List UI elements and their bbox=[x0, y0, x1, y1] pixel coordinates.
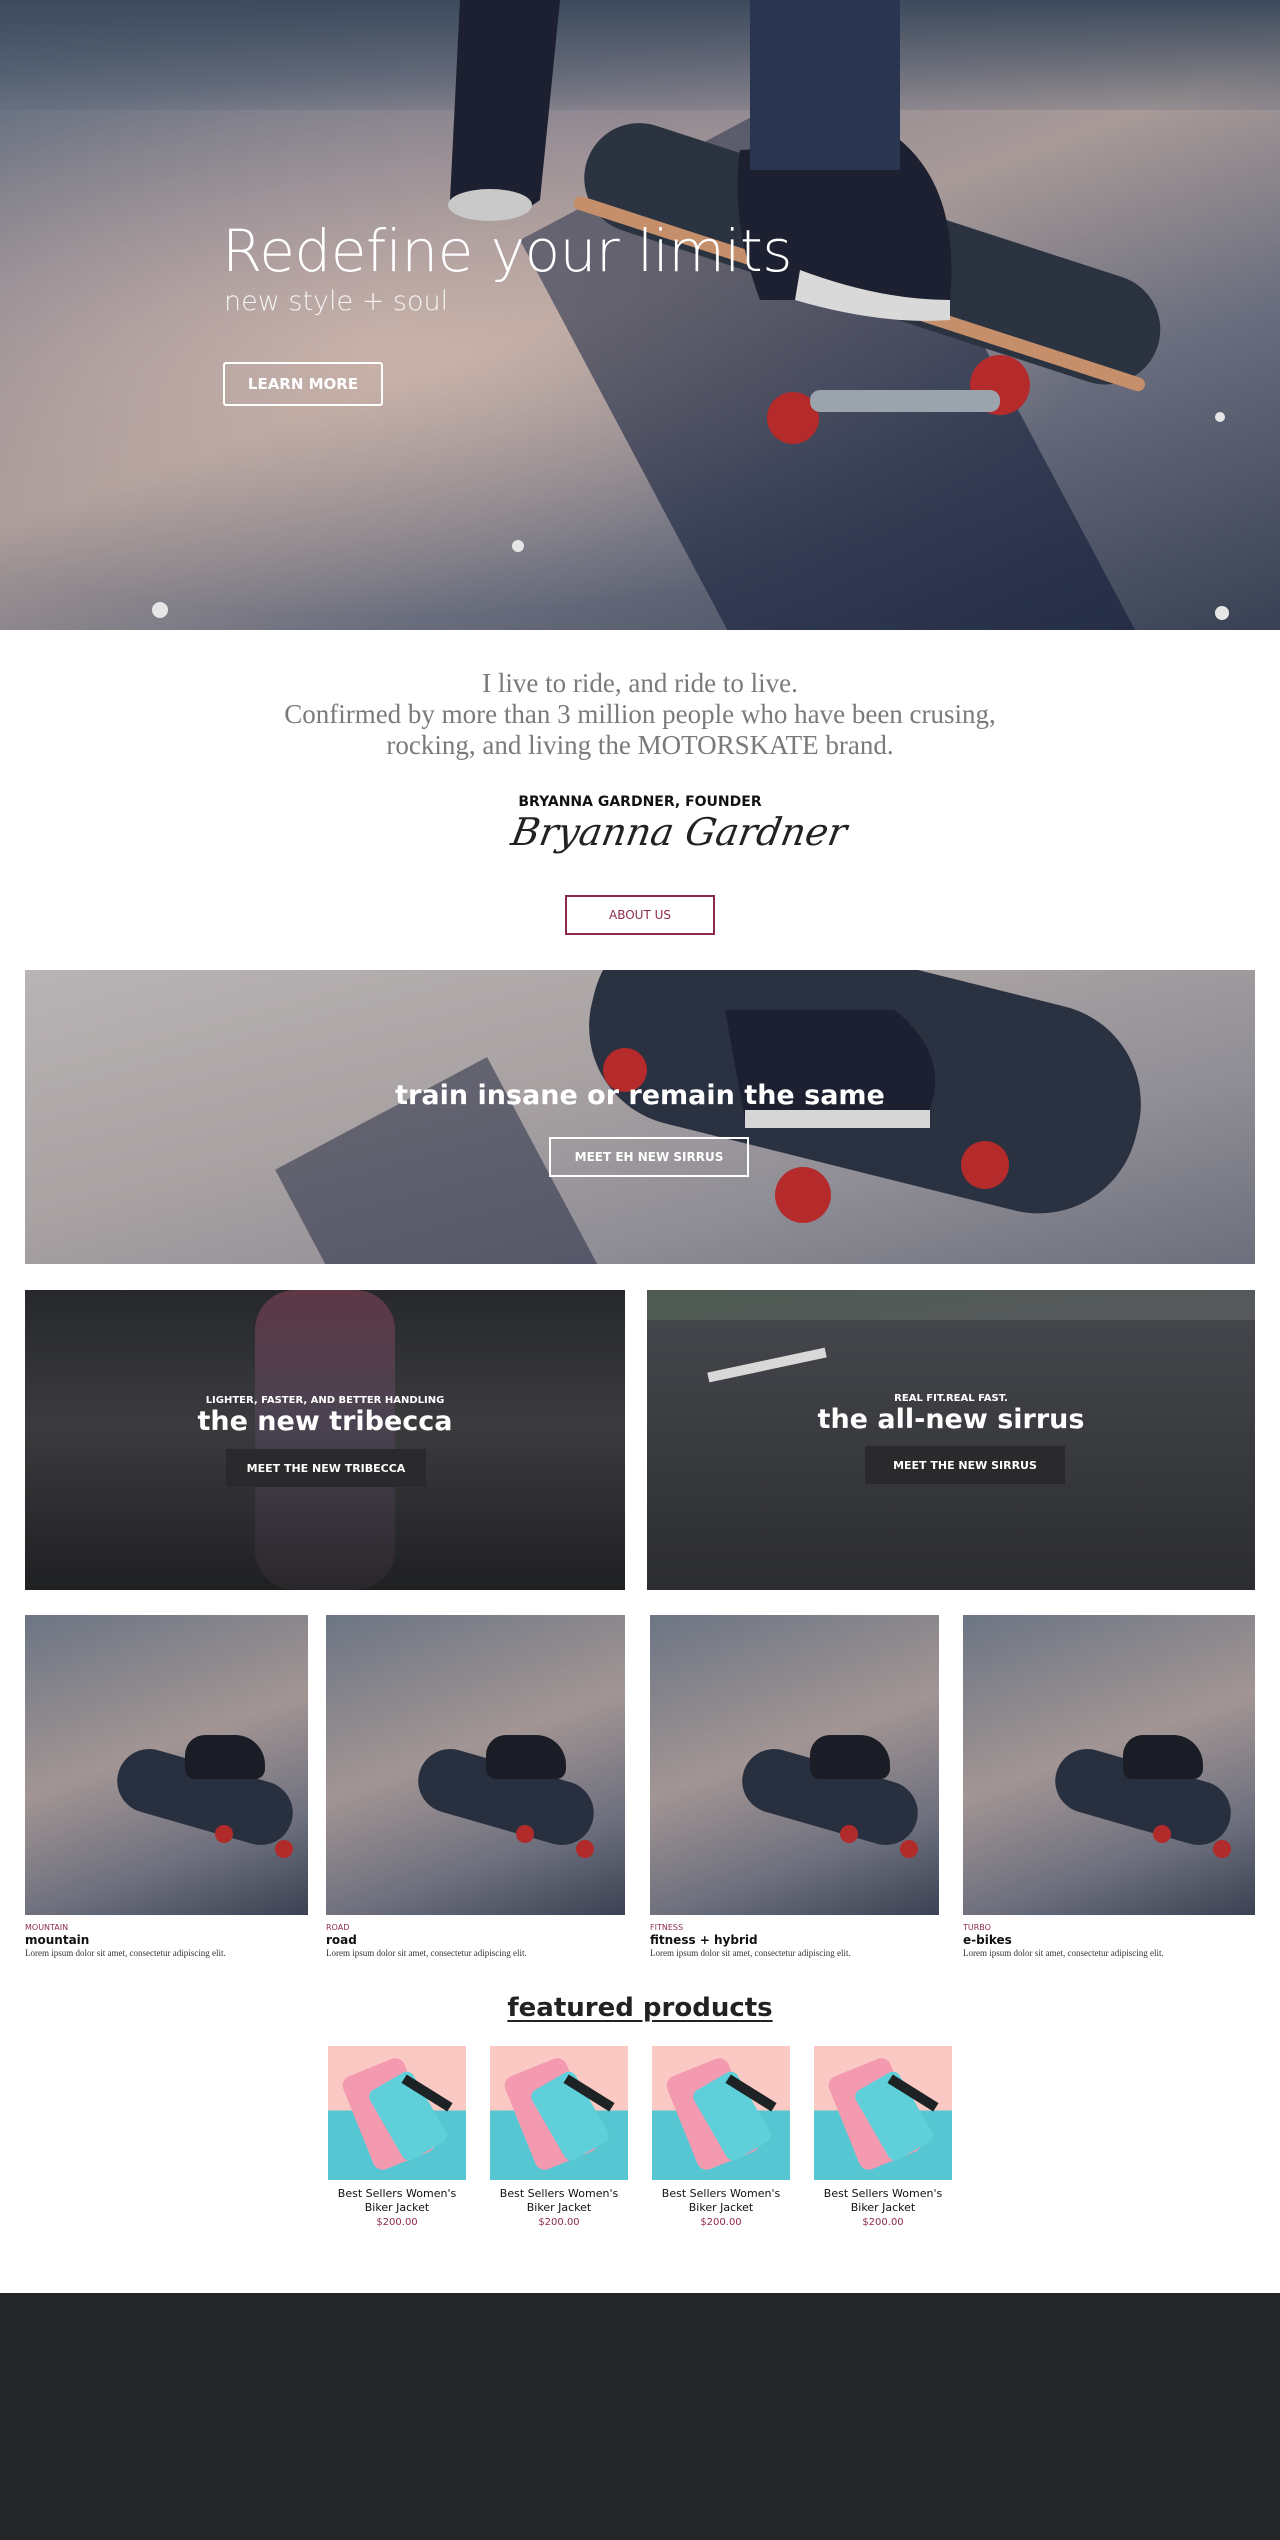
category-kicker: TURBO bbox=[963, 1923, 991, 1932]
wheel-shape bbox=[215, 1825, 233, 1843]
hero-skateboard-image bbox=[152, 0, 1229, 620]
founder-name: BRYANNA GARDNER, FOUNDER bbox=[518, 794, 762, 810]
category-card-road[interactable]: ROAD road Lorem ipsum dolor sit amet, co… bbox=[326, 1615, 625, 1958]
learn-more-button[interactable]: LEARN MORE bbox=[223, 362, 383, 406]
hero-section: Redefine your limits new style + soul LE… bbox=[0, 0, 1280, 630]
shoe-shape bbox=[185, 1735, 265, 1779]
page-footer bbox=[0, 2293, 1280, 2540]
brand-quote: I live to ride, and ride to live. Confir… bbox=[0, 668, 1280, 761]
promo-title: the new tribecca bbox=[197, 1406, 453, 1437]
promo-tribecca-image bbox=[255, 1290, 395, 1590]
product-price: $200.00 bbox=[700, 2217, 742, 2228]
product-image[interactable] bbox=[652, 2046, 790, 2180]
product-image[interactable] bbox=[328, 2046, 466, 2180]
category-card-fitness[interactable]: FITNESS fitness + hybrid Lorem ipsum dol… bbox=[650, 1615, 939, 1958]
product-name-line-2: Biker Jacket bbox=[526, 2201, 592, 2214]
wheel-shape bbox=[516, 1825, 534, 1843]
meet-sirrus-button[interactable]: MEET THE NEW SIRRUS bbox=[865, 1446, 1065, 1484]
product-name[interactable]: Best Sellers Women's Biker Jacket bbox=[814, 2187, 952, 2215]
product-price: $200.00 bbox=[862, 2217, 904, 2228]
product-card[interactable]: Best Sellers Women's Biker Jacket $200.0… bbox=[490, 2046, 628, 2228]
wheel-shape bbox=[275, 1840, 293, 1858]
wheel-shape bbox=[900, 1840, 918, 1858]
product-name[interactable]: Best Sellers Women's Biker Jacket bbox=[652, 2187, 790, 2215]
category-description: Lorem ipsum dolor sit amet, consectetur … bbox=[963, 1948, 1164, 1958]
promo-card-tribecca[interactable]: LIGHTER, FASTER, AND BETTER HANDLING the… bbox=[25, 1290, 625, 1590]
shoe-shape bbox=[1123, 1735, 1203, 1779]
product-name[interactable]: Best Sellers Women's Biker Jacket bbox=[328, 2187, 466, 2215]
product-name-line-2: Biker Jacket bbox=[850, 2201, 916, 2214]
hero-title: Redefine your limits bbox=[222, 217, 792, 285]
product-name-line-2: Biker Jacket bbox=[364, 2201, 430, 2214]
shoe-shape bbox=[486, 1735, 566, 1779]
about-us-button[interactable]: ABOUT US bbox=[565, 895, 715, 935]
wheel-shape bbox=[1153, 1825, 1171, 1843]
category-card-turbo[interactable]: TURBO e-bikes Lorem ipsum dolor sit amet… bbox=[963, 1615, 1255, 1958]
category-description: Lorem ipsum dolor sit amet, consectetur … bbox=[25, 1948, 226, 1958]
quote-line-3: rocking, and living the MOTORSKATE brand… bbox=[386, 730, 894, 760]
product-card[interactable]: Best Sellers Women's Biker Jacket $200.0… bbox=[814, 2046, 952, 2228]
category-image bbox=[650, 1615, 939, 1915]
category-card-mountain[interactable]: MOUNTAIN mountain Lorem ipsum dolor sit … bbox=[25, 1615, 308, 1958]
shoe-shape bbox=[810, 1735, 890, 1779]
promo-card-sirrus[interactable]: REAL FIT.REAL FAST. the all-new sirrus M… bbox=[647, 1290, 1255, 1590]
product-name[interactable]: Best Sellers Women's Biker Jacket bbox=[490, 2187, 628, 2215]
product-name-line-1: Best Sellers Women's bbox=[661, 2187, 781, 2200]
meet-sirrus-banner-button[interactable]: MEET EH NEW SIRRUS bbox=[549, 1137, 749, 1177]
founder-signature: Bryanna Gardner bbox=[508, 810, 851, 854]
banner-title: train insane or remain the same bbox=[395, 1080, 885, 1111]
product-card[interactable]: Best Sellers Women's Biker Jacket $200.0… bbox=[328, 2046, 466, 2228]
promo-banner: train insane or remain the same MEET EH … bbox=[25, 970, 1255, 1264]
category-name[interactable]: e-bikes bbox=[963, 1933, 1255, 1947]
meet-tribecca-button[interactable]: MEET THE NEW TRIBECCA bbox=[226, 1449, 426, 1487]
product-name-line-1: Best Sellers Women's bbox=[823, 2187, 943, 2200]
category-description: Lorem ipsum dolor sit amet, consectetur … bbox=[326, 1948, 527, 1958]
quote-line-1: I live to ride, and ride to live. bbox=[482, 668, 798, 698]
product-card[interactable]: Best Sellers Women's Biker Jacket $200.0… bbox=[652, 2046, 790, 2228]
product-price: $200.00 bbox=[538, 2217, 580, 2228]
wheel-shape bbox=[576, 1840, 594, 1858]
category-description: Lorem ipsum dolor sit amet, consectetur … bbox=[650, 1948, 851, 1958]
wheel-shape bbox=[840, 1825, 858, 1843]
category-image bbox=[963, 1615, 1255, 1915]
promo-kicker: REAL FIT.REAL FAST. bbox=[894, 1393, 1008, 1404]
product-image[interactable] bbox=[490, 2046, 628, 2180]
category-kicker: FITNESS bbox=[650, 1923, 684, 1932]
product-image[interactable] bbox=[814, 2046, 952, 2180]
category-name[interactable]: mountain bbox=[25, 1933, 308, 1947]
category-name[interactable]: road bbox=[326, 1933, 625, 1947]
promo-title: the all-new sirrus bbox=[817, 1404, 1085, 1435]
category-image bbox=[25, 1615, 308, 1915]
quote-line-2: Confirmed by more than 3 million people … bbox=[284, 699, 996, 729]
promo-kicker: LIGHTER, FASTER, AND BETTER HANDLING bbox=[205, 1395, 445, 1406]
hero-subtitle: new style + soul bbox=[224, 286, 449, 317]
product-price: $200.00 bbox=[376, 2217, 418, 2228]
category-kicker: ROAD bbox=[326, 1923, 350, 1932]
category-image bbox=[326, 1615, 625, 1915]
wheel-shape bbox=[1213, 1840, 1231, 1858]
product-name-line-1: Best Sellers Women's bbox=[337, 2187, 457, 2200]
banner-wheels-image bbox=[603, 1010, 1009, 1223]
product-name-line-1: Best Sellers Women's bbox=[499, 2187, 619, 2200]
featured-products-title: featured products bbox=[507, 1993, 773, 2023]
category-name[interactable]: fitness + hybrid bbox=[650, 1933, 939, 1947]
product-name-line-2: Biker Jacket bbox=[688, 2201, 754, 2214]
category-kicker: MOUNTAIN bbox=[25, 1923, 69, 1932]
